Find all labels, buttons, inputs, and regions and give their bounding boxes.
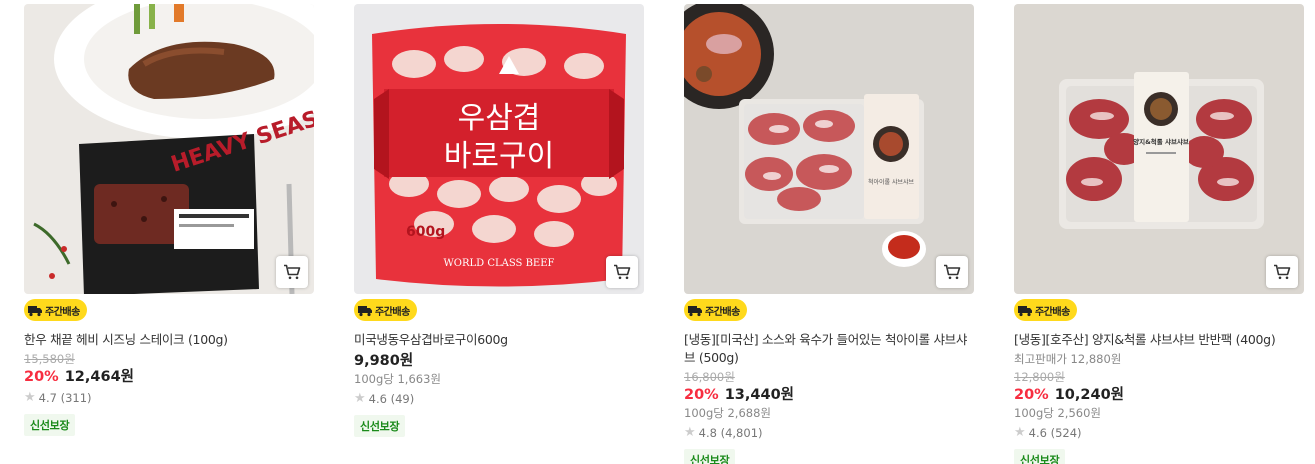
product-card[interactable]: HEAVY SEASONING STEAK (24, 4, 314, 436)
fresh-guarantee-badge: 신선보장 (684, 449, 736, 464)
add-to-cart-button[interactable] (276, 256, 308, 288)
pork-belly-bag-image: 우삼겹 바로구이 600g WORLD CLASS BEEF (354, 4, 644, 294)
product-card[interactable]: 우삼겹 바로구이 600g WORLD CLASS BEEF 주간배송 미국냉동… (354, 4, 644, 437)
price-row: 20% 10,240원 (1014, 385, 1304, 405)
best-price: 최고판매가 12,880원 (1014, 352, 1122, 366)
weekly-delivery-badge: 주간배송 (684, 299, 747, 321)
star-icon: ★ (354, 391, 366, 406)
cart-icon (1274, 264, 1291, 280)
image-caption: 우삼겹 (458, 101, 541, 136)
weekly-delivery-badge: 주간배송 (24, 299, 87, 321)
product-grid: HEAVY SEASONING STEAK (0, 0, 1315, 464)
image-caption: 양지&척롤 샤브샤브 (1133, 137, 1189, 146)
steak-image: HEAVY SEASONING STEAK (24, 4, 314, 294)
rating: ★ 4.6 (49) (354, 390, 644, 408)
star-icon: ★ (684, 425, 696, 440)
cart-icon (284, 264, 301, 280)
product-name[interactable]: 미국냉동우삼겹바로구이600g (354, 331, 644, 349)
product-image[interactable]: 양지&척롤 샤브샤브 (1014, 4, 1304, 294)
weekly-delivery-badge: 주간배송 (354, 299, 417, 321)
image-caption: 600g (406, 224, 445, 240)
badge-label: 주간배송 (705, 306, 740, 318)
cart-icon (614, 264, 631, 280)
product-image[interactable]: 우삼겹 바로구이 600g WORLD CLASS BEEF (354, 4, 644, 294)
add-to-cart-button[interactable] (936, 256, 968, 288)
sale-price: 10,240원 (1054, 387, 1125, 403)
rating-value: 4.6 (49) (368, 392, 415, 406)
product-image[interactable]: HEAVY SEASONING STEAK (24, 4, 314, 294)
add-to-cart-button[interactable] (1266, 256, 1298, 288)
rating: ★ 4.8 (4,801) (684, 424, 974, 442)
badge-label: 주간배송 (1035, 306, 1070, 318)
fresh-guarantee-badge: 신선보장 (354, 415, 406, 437)
sale-price: 9,980원 (354, 353, 414, 369)
rating: ★ 4.6 (524) (1014, 424, 1304, 442)
unit-price: 100g당 1,663원 (354, 372, 441, 386)
star-icon: ★ (24, 390, 36, 405)
image-caption: 척아이롤 샤브샤브 (868, 178, 915, 186)
rating-value: 4.7 (311) (38, 391, 92, 405)
unit-price: 100g당 2,560원 (1014, 406, 1101, 420)
star-icon: ★ (1014, 425, 1026, 440)
image-caption: WORLD CLASS BEEF (444, 258, 555, 269)
product-card[interactable]: 척아이롤 샤브샤브 주간배송 [냉동][미국산] 소스와 육수가 들어있는 척아… (684, 4, 974, 464)
original-price: 15,580원 (24, 352, 75, 366)
original-price: 16,800원 (684, 370, 735, 384)
sale-price: 12,464원 (64, 369, 135, 385)
discount-rate: 20% (1014, 387, 1049, 403)
add-to-cart-button[interactable] (606, 256, 638, 288)
product-name[interactable]: [냉동][호주산] 양지&척롤 샤브샤브 반반팩 (400g) (1014, 331, 1304, 349)
product-image[interactable]: 척아이롤 샤브샤브 (684, 4, 974, 294)
badge-label: 주간배송 (45, 306, 80, 318)
unit-price: 100g당 2,688원 (684, 406, 771, 420)
discount-rate: 20% (684, 387, 719, 403)
original-price: 12,800원 (1014, 370, 1065, 384)
truck-icon (28, 306, 42, 317)
rating: ★ 4.7 (311) (24, 389, 314, 407)
cart-icon (944, 264, 961, 280)
product-card[interactable]: 양지&척롤 샤브샤브 주간배송 [냉동][호주산] 양지&척롤 샤브샤브 반반팩… (1014, 4, 1304, 464)
discount-rate: 20% (24, 369, 59, 385)
truck-icon (358, 306, 372, 317)
price-row: 9,980원 (354, 351, 644, 371)
rating-value: 4.8 (4,801) (698, 426, 763, 440)
price-row: 20% 12,464원 (24, 367, 314, 387)
fresh-guarantee-badge: 신선보장 (24, 414, 76, 436)
product-name[interactable]: [냉동][미국산] 소스와 육수가 들어있는 척아이롤 샤브샤브 (500g) (684, 331, 974, 367)
badge-label: 주간배송 (375, 306, 410, 318)
rating-value: 4.6 (524) (1028, 426, 1082, 440)
truck-icon (1018, 306, 1032, 317)
weekly-delivery-badge: 주간배송 (1014, 299, 1077, 321)
truck-icon (688, 306, 702, 317)
image-caption: 바로구이 (444, 139, 554, 174)
shabu-shabu-tray-image: 척아이롤 샤브샤브 (684, 4, 974, 294)
product-name[interactable]: 한우 채끝 헤비 시즈닝 스테이크 (100g) (24, 331, 314, 349)
fresh-guarantee-badge: 신선보장 (1014, 449, 1066, 464)
price-row: 20% 13,440원 (684, 385, 974, 405)
sale-price: 13,440원 (724, 387, 795, 403)
beef-half-pack-image: 양지&척롤 샤브샤브 (1014, 4, 1304, 294)
